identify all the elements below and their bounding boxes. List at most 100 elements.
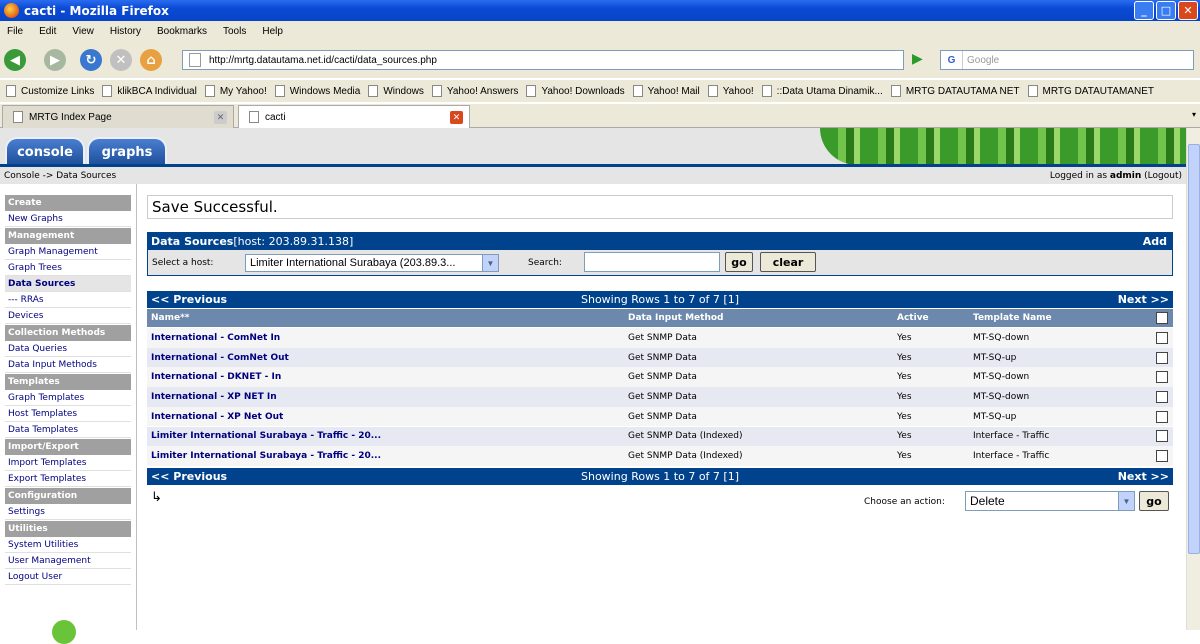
action-select[interactable]: Delete ▼ xyxy=(965,491,1135,511)
cacti-logo-graphic xyxy=(820,128,1186,165)
row-checkbox[interactable] xyxy=(1156,371,1168,384)
clear-button[interactable]: clear xyxy=(760,252,816,272)
rows-status: Showing Rows 1 to 7 of 7 [1] xyxy=(581,470,739,483)
tab-mrtg-index[interactable]: MRTG Index Page ✕ xyxy=(2,105,234,128)
column-data-input-method[interactable]: Data Input Method xyxy=(628,309,724,327)
sidebar-item[interactable]: User Management xyxy=(5,553,131,569)
data-source-name-link[interactable]: International - DKNET - In xyxy=(151,367,281,387)
chevron-down-icon: ▼ xyxy=(1118,492,1134,510)
bookmark-item[interactable]: MRTG DATAUTAMANET xyxy=(1027,85,1154,97)
menu-edit[interactable]: Edit xyxy=(39,26,56,37)
sidebar-item[interactable]: Data Templates xyxy=(5,422,131,438)
column-active[interactable]: Active xyxy=(897,309,929,327)
bookmark-item[interactable]: klikBCA Individual xyxy=(102,85,197,97)
bookmark-item[interactable]: Windows Media xyxy=(274,85,360,97)
stop-icon[interactable]: ✕ xyxy=(110,49,132,71)
data-source-name-link[interactable]: Limiter International Surabaya - Traffic… xyxy=(151,427,381,447)
bookmark-item[interactable]: Yahoo! Downloads xyxy=(526,85,625,97)
bookmark-item[interactable]: Yahoo! Mail xyxy=(632,85,700,97)
logout-link[interactable]: (Logout) xyxy=(1144,171,1182,181)
sidebar-item[interactable]: Data Queries xyxy=(5,341,131,357)
data-source-name-link[interactable]: International - ComNet Out xyxy=(151,348,289,368)
sidebar-section-header: Create xyxy=(5,195,131,211)
row-checkbox[interactable] xyxy=(1156,331,1168,344)
reload-icon[interactable]: ↻ xyxy=(80,49,102,71)
sidebar-item[interactable]: Import Templates xyxy=(5,455,131,471)
previous-link[interactable]: << Previous xyxy=(151,470,227,483)
tab-list-icon[interactable]: ▾ xyxy=(1192,110,1196,119)
menu-file[interactable]: File xyxy=(7,26,23,37)
sidebar-item[interactable]: Logout User xyxy=(5,569,131,585)
menu-tools[interactable]: Tools xyxy=(223,26,246,37)
table-row[interactable]: International - XP NET In Get SNMP Data Ye… xyxy=(147,387,1173,407)
go-button[interactable]: go xyxy=(725,252,753,272)
tab-console[interactable]: console xyxy=(5,137,85,165)
sidebar-item[interactable]: --- RRAs xyxy=(5,292,131,308)
back-icon[interactable]: ◀ xyxy=(4,49,26,71)
scrollbar-thumb[interactable] xyxy=(1188,144,1200,554)
data-source-name-link[interactable]: International - XP Net Out xyxy=(151,407,283,427)
table-row[interactable]: Limiter International Surabaya - Traffic… xyxy=(147,426,1173,447)
tab-cacti[interactable]: cacti ✕ xyxy=(238,105,470,128)
search-input[interactable]: G Google xyxy=(940,50,1194,70)
sidebar-item[interactable]: Settings xyxy=(5,504,131,520)
sidebar-item[interactable]: System Utilities xyxy=(5,537,131,553)
host-select[interactable]: Limiter International Surabaya (203.89.3… xyxy=(245,254,499,272)
menu-bookmarks[interactable]: Bookmarks xyxy=(157,26,207,37)
home-icon[interactable]: ⌂ xyxy=(140,49,162,71)
data-source-name-link[interactable]: International - XP NET In xyxy=(151,387,277,407)
add-link[interactable]: Add xyxy=(1143,235,1167,248)
data-source-name-link[interactable]: Limiter International Surabaya - Traffic… xyxy=(151,446,381,466)
menu-view[interactable]: View xyxy=(72,26,94,37)
sidebar-item[interactable]: Data Sources xyxy=(5,276,131,292)
tab-graphs[interactable]: graphs xyxy=(87,137,167,165)
sidebar-item[interactable]: Graph Templates xyxy=(5,390,131,406)
row-checkbox[interactable] xyxy=(1156,430,1168,443)
sidebar-item[interactable]: New Graphs xyxy=(5,211,131,227)
row-checkbox[interactable] xyxy=(1156,351,1168,364)
bookmark-item[interactable]: My Yahoo! xyxy=(204,85,267,97)
bookmark-item[interactable]: Yahoo! Answers xyxy=(431,85,518,97)
action-go-button[interactable]: go xyxy=(1139,491,1169,511)
active-status: Yes xyxy=(897,451,912,462)
sidebar-item[interactable]: Export Templates xyxy=(5,471,131,487)
bookmark-item[interactable]: ::Data Utama Dinamik... xyxy=(761,85,883,97)
previous-link[interactable]: << Previous xyxy=(151,293,227,306)
breadcrumb[interactable]: Console -> Data Sources xyxy=(4,171,116,181)
sidebar-item[interactable]: Graph Trees xyxy=(5,260,131,276)
table-row[interactable]: International - XP Net Out Get SNMP Data Y… xyxy=(147,406,1173,427)
next-link[interactable]: Next >> xyxy=(1118,293,1169,306)
close-window-button[interactable]: ✕ xyxy=(1178,1,1198,20)
menu-history[interactable]: History xyxy=(110,26,141,37)
go-arrow-icon[interactable]: ▶ xyxy=(912,51,930,69)
sidebar-item[interactable]: Graph Management xyxy=(5,244,131,260)
table-row[interactable]: Limiter International Surabaya - Traffic… xyxy=(147,446,1173,466)
column-template-name[interactable]: Template Name xyxy=(973,309,1052,327)
bookmark-item[interactable]: MRTG DATAUTAMA NET xyxy=(890,85,1020,97)
forward-icon[interactable]: ▶ xyxy=(44,49,66,71)
sidebar-item[interactable]: Data Input Methods xyxy=(5,357,131,373)
row-checkbox[interactable] xyxy=(1156,450,1168,463)
bookmark-item[interactable]: Yahoo! xyxy=(707,85,754,97)
table-row[interactable]: International - ComNet Out Get SNMP Data Y… xyxy=(147,347,1173,368)
data-source-name-link[interactable]: International - ComNet In xyxy=(151,328,280,348)
close-tab-icon[interactable]: ✕ xyxy=(450,111,463,124)
column-name[interactable]: Name** xyxy=(151,309,190,327)
select-all-checkbox[interactable] xyxy=(1156,312,1168,324)
next-link[interactable]: Next >> xyxy=(1118,470,1169,483)
row-checkbox[interactable] xyxy=(1156,410,1168,423)
table-row[interactable]: International - DKNET - In Get SNMP Data Y… xyxy=(147,367,1173,388)
bookmark-item[interactable]: Windows xyxy=(368,85,424,97)
sidebar-item[interactable]: Host Templates xyxy=(5,406,131,422)
sidebar-item[interactable]: Devices xyxy=(5,308,131,324)
url-bar[interactable]: http://mrtg.datautama.net.id/cacti/data_… xyxy=(182,50,904,70)
minimize-button[interactable]: _ xyxy=(1134,1,1154,20)
table-row[interactable]: International - ComNet In Get SNMP Data Ye… xyxy=(147,328,1173,348)
row-checkbox[interactable] xyxy=(1156,390,1168,403)
page-scrollbar[interactable] xyxy=(1186,128,1200,630)
close-tab-icon[interactable]: ✕ xyxy=(214,111,227,124)
bookmark-item[interactable]: Customize Links xyxy=(6,85,94,97)
menu-help[interactable]: Help xyxy=(262,26,283,37)
maximize-button[interactable]: □ xyxy=(1156,1,1176,20)
search-field[interactable] xyxy=(584,252,720,272)
